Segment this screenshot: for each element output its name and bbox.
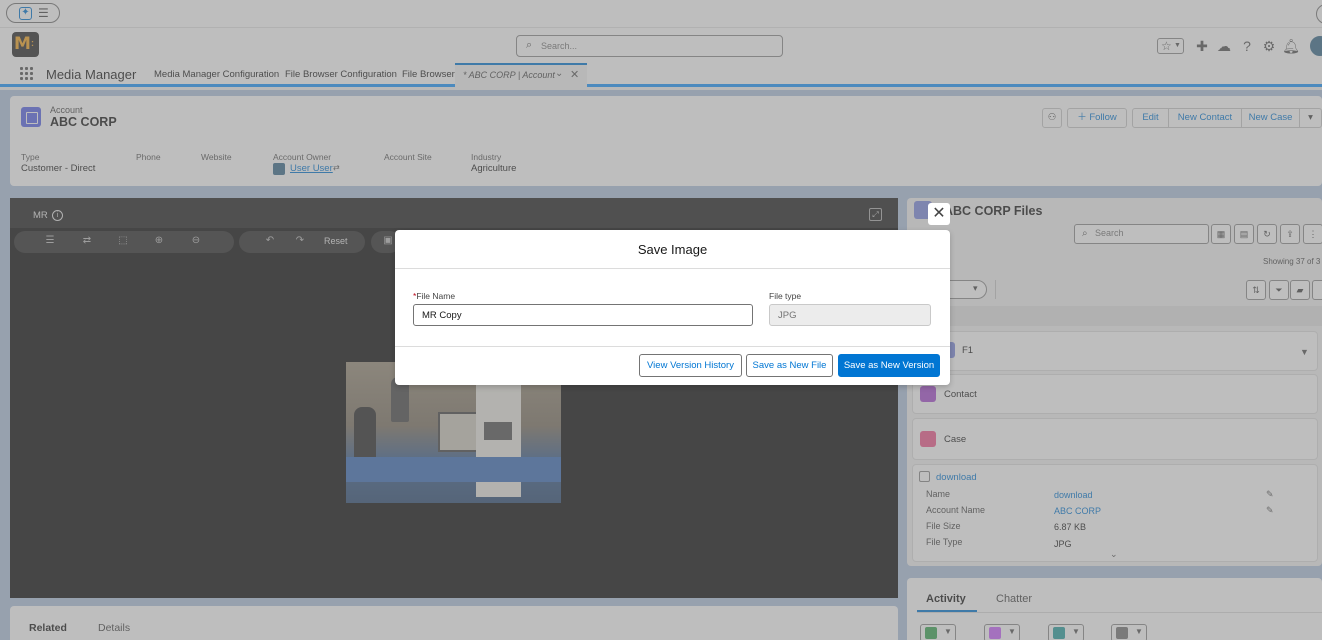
divider bbox=[395, 346, 950, 347]
modal-title: Save Image bbox=[637, 242, 708, 257]
file-type-label: File type bbox=[769, 291, 802, 301]
file-name-label: *File Name bbox=[413, 291, 456, 301]
file-type-input bbox=[769, 304, 931, 326]
file-name-input[interactable] bbox=[413, 304, 753, 326]
save-as-new-file-button[interactable]: Save as New File bbox=[746, 354, 833, 377]
save-image-modal: Save Image *File Name File type View Ver… bbox=[395, 230, 950, 385]
view-version-history-button[interactable]: View Version History bbox=[639, 354, 742, 377]
close-icon[interactable]: ✕ bbox=[928, 203, 950, 225]
divider bbox=[395, 268, 950, 269]
save-as-new-version-button[interactable]: Save as New Version bbox=[838, 354, 940, 377]
